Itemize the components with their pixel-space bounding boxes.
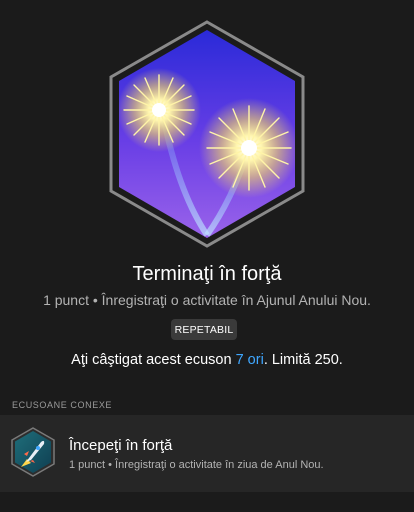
related-badge-description: 1 punct • Înregistraţi o activitate în z… [69, 459, 324, 471]
repeatable-tag: REPETABIL [171, 319, 237, 340]
related-badge-title: Începeţi în forţă [69, 437, 173, 454]
earned-suffix: . Limită 250. [263, 352, 343, 368]
fireworks-icon [109, 20, 305, 248]
earned-count-link[interactable]: 7 ori [236, 352, 264, 368]
badge-image [107, 20, 307, 248]
related-section-label: ECUSOANE CONEXE [12, 400, 113, 410]
earned-count-text: Aţi câştigat acest ecuson 7 ori. Limită … [0, 352, 414, 368]
related-badge-row[interactable]: Începeţi în forţă 1 punct • Înregistraţi… [0, 415, 414, 492]
badge-subtitle: 1 punct • Înregistraţi o activitate în A… [43, 292, 371, 308]
earned-prefix: Aţi câştigat acest ecuson [71, 352, 236, 368]
rocket-icon [11, 427, 55, 477]
badge-title: Terminaţi în forţă [132, 263, 282, 285]
